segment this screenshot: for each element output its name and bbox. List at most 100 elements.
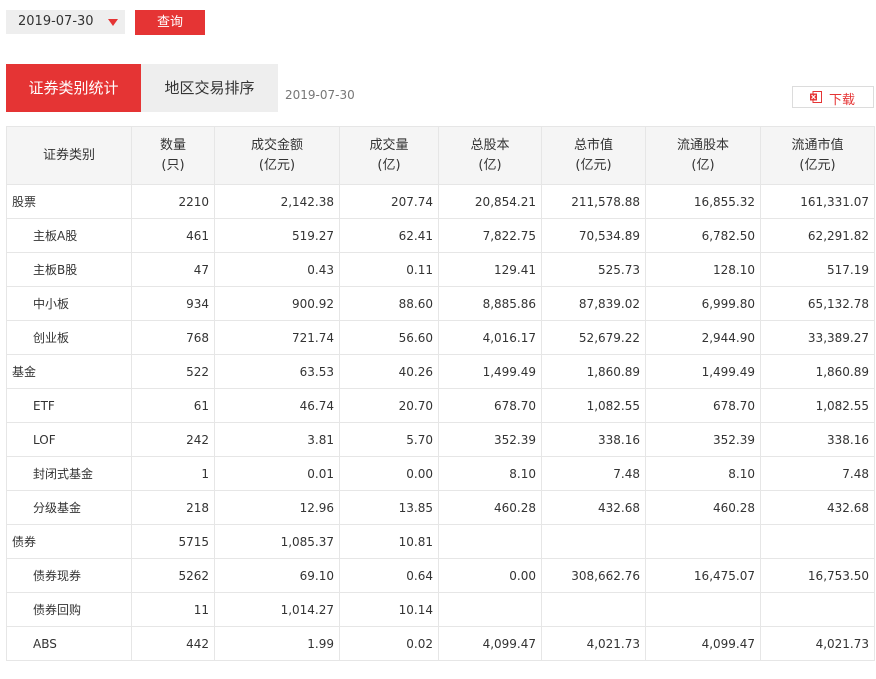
cell-turnover-amount: 721.74 — [214, 320, 340, 355]
download-button[interactable]: 下载 — [792, 86, 874, 108]
cell-count: 1 — [131, 456, 215, 491]
cell-volume: 40.26 — [339, 354, 439, 389]
cell-float-shares: 4,099.47 — [645, 626, 761, 661]
cell-turnover-amount: 63.53 — [214, 354, 340, 389]
cell-turnover-amount: 69.10 — [214, 558, 340, 593]
chevron-down-icon — [108, 19, 118, 26]
header-security-category: 证券类别 — [6, 126, 132, 185]
cell-total-shares: 4,099.47 — [438, 626, 542, 661]
table-row: 中小板 934 900.92 88.60 8,885.86 87,839.02 … — [6, 286, 875, 321]
cell-total-market-value: 338.16 — [541, 422, 646, 457]
cell-count: 218 — [131, 490, 215, 525]
header-float-market-value: 流通市值 (亿元) — [760, 126, 875, 185]
cell-total-market-value: 70,534.89 — [541, 218, 646, 253]
table-row: 封闭式基金 1 0.01 0.00 8.10 7.48 8.10 7.48 — [6, 456, 875, 491]
cell-turnover-amount: 1,014.27 — [214, 592, 340, 627]
cell-float-market-value: 62,291.82 — [760, 218, 875, 253]
table-row: 基金 522 63.53 40.26 1,499.49 1,860.89 1,4… — [6, 354, 875, 389]
cell-volume: 13.85 — [339, 490, 439, 525]
date-select[interactable]: 2019-07-30 — [6, 10, 125, 34]
cell-turnover-amount: 46.74 — [214, 388, 340, 423]
cell-float-market-value: 33,389.27 — [760, 320, 875, 355]
date-select-value: 2019-07-30 — [18, 14, 94, 29]
excel-file-icon — [810, 91, 822, 103]
row-category: 主板B股 — [6, 252, 132, 287]
cell-total-market-value: 308,662.76 — [541, 558, 646, 593]
cell-float-market-value: 4,021.73 — [760, 626, 875, 661]
cell-total-shares: 352.39 — [438, 422, 542, 457]
cell-float-market-value — [760, 524, 875, 559]
cell-float-market-value: 16,753.50 — [760, 558, 875, 593]
table-header-row: 证券类别 数量 (只) 成交金额 (亿元) 成交量 (亿) 总股本 (亿) 总市值 (亿元… — [6, 126, 875, 185]
cell-total-shares — [438, 524, 542, 559]
cell-total-shares: 129.41 — [438, 252, 542, 287]
cell-turnover-amount: 0.43 — [214, 252, 340, 287]
row-category: 分级基金 — [6, 490, 132, 525]
header-count: 数量 (只) — [131, 126, 215, 185]
cell-float-market-value: 432.68 — [760, 490, 875, 525]
cell-float-market-value: 1,860.89 — [760, 354, 875, 389]
cell-float-shares: 16,475.07 — [645, 558, 761, 593]
download-label: 下载 — [829, 93, 856, 108]
row-category: LOF — [6, 422, 132, 457]
row-category: ABS — [6, 626, 132, 661]
table-row: 债券 5715 1,085.37 10.81 — [6, 524, 875, 559]
cell-volume: 207.74 — [339, 184, 439, 219]
cell-float-shares: 460.28 — [645, 490, 761, 525]
cell-total-shares: 8.10 — [438, 456, 542, 491]
cell-total-shares: 7,822.75 — [438, 218, 542, 253]
header-turnover-amount: 成交金额 (亿元) — [214, 126, 340, 185]
cell-float-shares: 6,999.80 — [645, 286, 761, 321]
table-row: 债券回购 11 1,014.27 10.14 — [6, 592, 875, 627]
cell-float-shares: 2,944.90 — [645, 320, 761, 355]
header-total-market-value: 总市值 (亿元) — [541, 126, 646, 185]
cell-float-market-value: 7.48 — [760, 456, 875, 491]
cell-count: 61 — [131, 388, 215, 423]
cell-count: 934 — [131, 286, 215, 321]
cell-float-shares: 128.10 — [645, 252, 761, 287]
tab-region-trading-rank[interactable]: 地区交易排序 — [141, 64, 278, 112]
table-row: ABS 442 1.99 0.02 4,099.47 4,021.73 4,09… — [6, 626, 875, 661]
cell-float-market-value: 517.19 — [760, 252, 875, 287]
table-row: 股票 2210 2,142.38 207.74 20,854.21 211,57… — [6, 184, 875, 219]
cell-total-market-value: 1,860.89 — [541, 354, 646, 389]
table-row: 主板A股 461 519.27 62.41 7,822.75 70,534.89… — [6, 218, 875, 253]
cell-total-shares: 460.28 — [438, 490, 542, 525]
cell-count: 461 — [131, 218, 215, 253]
cell-count: 768 — [131, 320, 215, 355]
cell-volume: 20.70 — [339, 388, 439, 423]
cell-volume: 5.70 — [339, 422, 439, 457]
row-category: ETF — [6, 388, 132, 423]
cell-count: 442 — [131, 626, 215, 661]
cell-total-shares: 4,016.17 — [438, 320, 542, 355]
cell-volume: 10.14 — [339, 592, 439, 627]
row-category: 股票 — [6, 184, 132, 219]
cell-float-shares: 352.39 — [645, 422, 761, 457]
cell-count: 5715 — [131, 524, 215, 559]
cell-total-shares — [438, 592, 542, 627]
cell-float-shares: 8.10 — [645, 456, 761, 491]
header-float-shares: 流通股本 (亿) — [645, 126, 761, 185]
cell-volume: 62.41 — [339, 218, 439, 253]
cell-total-market-value: 432.68 — [541, 490, 646, 525]
row-category: 债券 — [6, 524, 132, 559]
cell-volume: 88.60 — [339, 286, 439, 321]
cell-volume: 10.81 — [339, 524, 439, 559]
cell-count: 522 — [131, 354, 215, 389]
cell-float-shares — [645, 592, 761, 627]
cell-total-market-value: 4,021.73 — [541, 626, 646, 661]
cell-volume: 56.60 — [339, 320, 439, 355]
tab-security-category-stats[interactable]: 证券类别统计 — [6, 64, 141, 112]
row-category: 中小板 — [6, 286, 132, 321]
table-row: LOF 242 3.81 5.70 352.39 338.16 352.39 3… — [6, 422, 875, 457]
cell-turnover-amount: 1.99 — [214, 626, 340, 661]
cell-turnover-amount: 900.92 — [214, 286, 340, 321]
cell-float-shares: 678.70 — [645, 388, 761, 423]
header-total-shares: 总股本 (亿) — [438, 126, 542, 185]
cell-volume: 0.64 — [339, 558, 439, 593]
cell-turnover-amount: 1,085.37 — [214, 524, 340, 559]
query-button[interactable]: 查询 — [135, 10, 205, 35]
cell-total-market-value — [541, 592, 646, 627]
row-category: 封闭式基金 — [6, 456, 132, 491]
row-category: 债券现券 — [6, 558, 132, 593]
